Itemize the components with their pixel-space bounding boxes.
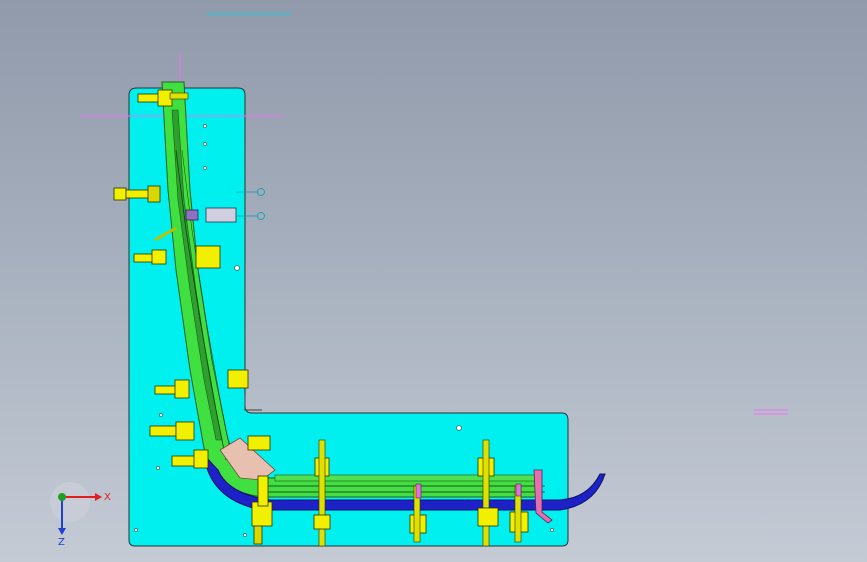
z-axis-arrowhead <box>58 528 66 535</box>
green-rail-strip <box>274 474 538 482</box>
z-axis-label: Z <box>58 537 65 548</box>
plate-step-edge <box>244 395 262 411</box>
x-axis-arrowhead <box>95 493 102 501</box>
triad-origin-shadow <box>50 482 90 522</box>
y-axis-origin <box>58 493 66 501</box>
x-axis-label: X <box>104 492 111 503</box>
axis-triad: X Z <box>50 482 111 548</box>
fixture-drawing[interactable] <box>0 0 867 562</box>
cad-viewport[interactable]: X Z <box>0 0 867 562</box>
corner-clamp[interactable] <box>247 435 271 451</box>
